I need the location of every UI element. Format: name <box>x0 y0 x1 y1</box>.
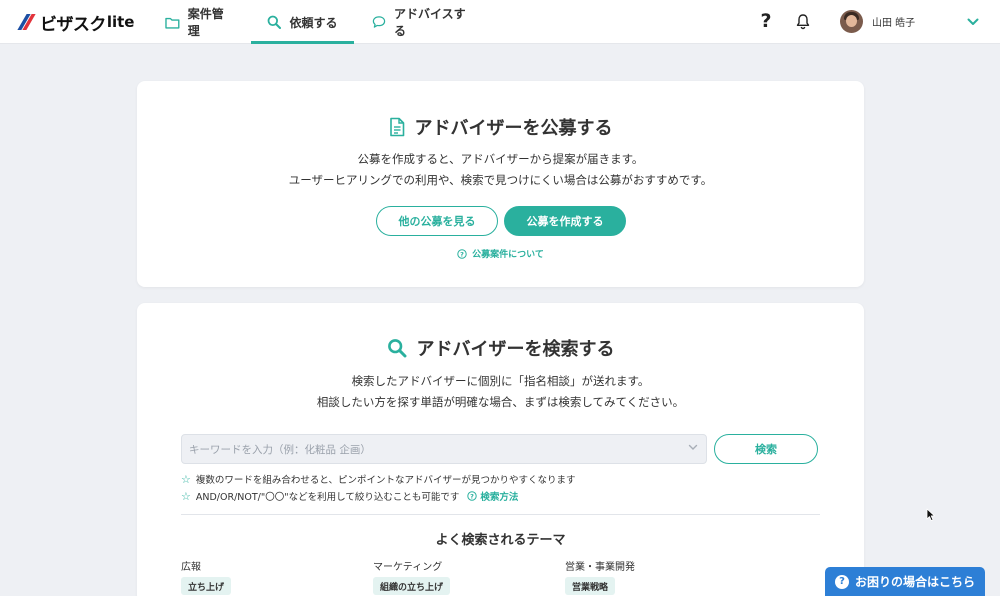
divider <box>181 514 820 515</box>
nav-label: 案件管理 <box>187 7 224 38</box>
folder-icon <box>165 17 180 29</box>
search-button[interactable]: 検索 <box>714 434 818 464</box>
avatar[interactable] <box>840 10 863 33</box>
mouse-cursor-icon <box>926 508 935 521</box>
nav-request[interactable]: 依頼する <box>251 0 354 44</box>
logo-mark-icon <box>17 14 36 30</box>
document-icon <box>389 117 404 137</box>
search-hint-2: ☆ AND/OR/NOT/"〇〇"などを利用して絞り込むことも可能です ? 検索… <box>181 489 519 504</box>
nav-label: アドバイスする <box>393 7 466 38</box>
search-method-link[interactable]: ? 検索方法 <box>467 489 518 503</box>
publish-card: アドバイザーを公募する 公募を作成すると、アドバイザーから提案が届きます。 ユー… <box>137 81 864 287</box>
search-description: 検索したアドバイザーに個別に「指名相談」が送れます。 相談したい方を探す単語が明… <box>316 374 685 409</box>
publish-title: アドバイザーを公募する <box>137 114 864 140</box>
keyword-search-input[interactable]: キーワードを入力（例：化粧品 企画） <box>181 434 707 464</box>
create-posting-button[interactable]: 公募を作成する <box>504 206 626 236</box>
star-icon: ☆ <box>181 472 191 486</box>
about-postings-link[interactable]: ? 公募案件について <box>137 247 864 260</box>
theme-category-pr: 広報 <box>181 562 201 573</box>
search-hint-1: ☆ 複数のワードを組み合わせると、ピンポイントなアドバイザーが見つかりやすくなり… <box>181 472 576 487</box>
view-other-postings-button[interactable]: 他の公募を見る <box>376 206 498 236</box>
theme-tag[interactable]: 立ち上げ <box>181 577 232 595</box>
nav-case-management[interactable]: 案件管理 <box>165 0 235 44</box>
theme-category-sales: 営業・事業開発 <box>565 562 635 573</box>
publish-description: 公募を作成すると、アドバイザーから提案が届きます。 ユーザーヒアリングでの利用や… <box>288 152 713 187</box>
theme-category-marketing: マーケティング <box>373 562 443 573</box>
nav-advise[interactable]: アドバイスする <box>372 0 472 44</box>
app-logo[interactable]: ビザスク lite <box>17 11 135 35</box>
logo-text: ビザスク <box>40 14 106 35</box>
theme-tag[interactable]: 組織の立ち上げ <box>373 577 451 595</box>
question-circle-icon: ? <box>467 491 478 501</box>
chevron-down-icon[interactable] <box>962 11 984 33</box>
search-placeholder: キーワードを入力（例：化粧品 企画） <box>189 443 371 456</box>
popular-themes-title: よく検索されるテーマ <box>435 533 566 548</box>
user-name: 山田 皓子 <box>872 18 916 29</box>
search-icon <box>268 15 282 29</box>
bell-icon[interactable] <box>792 10 814 32</box>
nav-label: 依頼する <box>289 15 338 30</box>
question-circle-icon: ? <box>457 248 467 259</box>
question-circle-icon: ? <box>834 574 849 589</box>
help-icon[interactable]: ? <box>755 10 777 32</box>
help-contact-button[interactable]: ? お困りの場合はこちら <box>825 567 985 596</box>
search-icon <box>387 339 406 358</box>
svg-text:?: ? <box>470 492 474 500</box>
search-card: アドバイザーを検索する 検索したアドバイザーに個別に「指名相談」が送れます。 相… <box>137 303 864 596</box>
star-icon: ☆ <box>181 489 191 503</box>
theme-tag[interactable]: 営業戦略 <box>565 577 616 595</box>
svg-text:?: ? <box>460 250 464 258</box>
chevron-down-icon <box>688 444 698 450</box>
chat-bubble-icon <box>372 16 386 28</box>
logo-suffix: lite <box>106 13 135 31</box>
top-header: ビザスク lite 案件管理 依頼する アドバイスする ? 山田 皓子 <box>0 0 1000 44</box>
search-title: アドバイザーを検索する <box>137 335 864 361</box>
